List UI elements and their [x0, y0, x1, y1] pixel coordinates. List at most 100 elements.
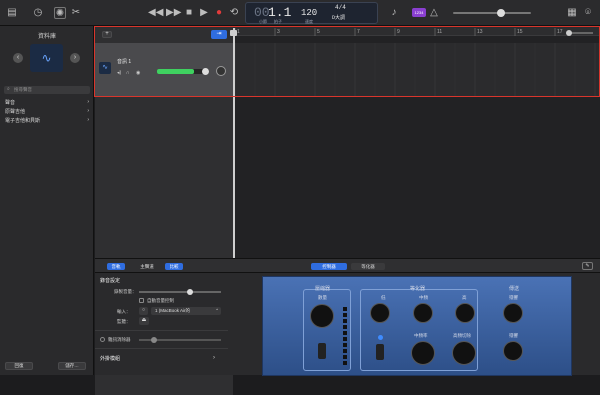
- plugin-panel: 壓縮器 數量 等化器 低 中頻 高 中頻率 高頻切除 傳送 殘響 殘響: [262, 276, 572, 376]
- tab-track[interactable]: 音軌: [107, 263, 125, 270]
- eq-high-knob[interactable]: [455, 303, 475, 323]
- metronome-icon[interactable]: △: [428, 7, 440, 19]
- record-enable-icon[interactable]: ◉: [136, 70, 140, 76]
- loops-icon[interactable]: ⌾: [582, 7, 594, 19]
- ruler-mark: 13: [477, 29, 483, 35]
- search-placeholder: 搜尋聲音: [14, 87, 32, 92]
- library-search-field[interactable]: ⌕ 搜尋聲音: [4, 86, 90, 94]
- rewind-icon[interactable]: ◀◀: [148, 7, 163, 19]
- eq-high-label: 高: [462, 295, 467, 300]
- pan-knob[interactable]: [216, 66, 226, 76]
- edit-icon[interactable]: ✎: [582, 262, 593, 270]
- timeline-grid: [234, 43, 596, 96]
- tracks-area[interactable]: 1 3 5 7 9 11 13 15 17: [230, 26, 600, 258]
- chevron-right-icon: ›: [87, 108, 89, 114]
- ruler-mark: 5: [317, 29, 320, 35]
- revert-button[interactable]: 回復: [5, 362, 33, 370]
- input-select[interactable]: 1 (MacBook Air的 ⌃: [151, 307, 221, 315]
- eq-title: 等化器: [410, 286, 426, 292]
- send-echo-label: 殘響: [509, 295, 518, 300]
- eq-midfreq-label: 中頻率: [414, 333, 428, 338]
- eq-low-label: 低: [381, 295, 386, 300]
- count-in-button[interactable]: 1234: [412, 8, 426, 17]
- ruler-mark: 9: [397, 29, 400, 35]
- ruler-mark: 7: [357, 29, 360, 35]
- master-volume-slider[interactable]: [453, 12, 531, 14]
- library-panel: 資料庫 ‹ ∿ › ⌕ 搜尋聲音 聲音 › 原聲吉他 › 電子吉他和貝斯 › 回復 儲…: [0, 26, 94, 375]
- eq-low-knob[interactable]: [370, 303, 390, 323]
- send-reverb-label: 殘響: [509, 333, 518, 338]
- input-label: 輸入：: [117, 309, 131, 314]
- smart-tempo-icon[interactable]: ⇥: [211, 30, 227, 39]
- next-arrow-icon[interactable]: ›: [70, 53, 80, 63]
- eq-mid-knob[interactable]: [413, 303, 433, 323]
- save-button[interactable]: 儲存…: [58, 362, 86, 370]
- lcd-key: D大調: [332, 15, 346, 21]
- record-level-handle[interactable]: [187, 289, 193, 295]
- input-mono-icon[interactable]: ○: [139, 307, 148, 315]
- chevron-right-icon[interactable]: ›: [213, 355, 215, 361]
- library-item[interactable]: 原聲吉他 ›: [5, 108, 89, 115]
- library-icon[interactable]: ▤: [6, 7, 18, 19]
- chevron-right-icon: ›: [87, 117, 89, 123]
- tab-controls[interactable]: 控制器: [311, 263, 347, 270]
- compressor-knob[interactable]: [310, 304, 334, 328]
- ruler[interactable]: 1 3 5 7 9 11 13 15 17: [233, 26, 600, 36]
- record-level-label: 錄製音量：: [114, 289, 137, 294]
- record-icon[interactable]: ●: [213, 7, 225, 19]
- note-pad-icon[interactable]: ▦: [566, 7, 578, 19]
- library-title: 資料庫: [37, 34, 56, 40]
- plugins-heading[interactable]: 外掛模組: [100, 355, 120, 362]
- headphones-icon[interactable]: ∩: [126, 70, 130, 76]
- cycle-icon[interactable]: ⟲: [228, 7, 240, 19]
- mute-icon[interactable]: ◂): [117, 70, 121, 76]
- add-track-button[interactable]: +: [102, 31, 112, 38]
- ruler-mark: 3: [277, 29, 280, 35]
- monitor-icon[interactable]: ⏏: [139, 317, 149, 325]
- prev-arrow-icon[interactable]: ‹: [13, 53, 23, 63]
- zoom-handle[interactable]: [566, 30, 572, 36]
- send-reverb-knob[interactable]: [503, 341, 523, 361]
- ruler-marks: 1 3 5 7 9 11 13 15 17: [234, 28, 563, 36]
- send-echo-knob[interactable]: [503, 303, 523, 323]
- tuner-icon[interactable]: ♪: [388, 7, 400, 19]
- record-level-slider[interactable]: [139, 291, 221, 293]
- track-header[interactable]: ∿ 音訊 1 ◂) ∩ ◉: [95, 43, 233, 96]
- control-bar: ▤ ◷ ✺ ✂ ◀◀ ▶▶ ■ ▶ ● ⟲ 00 1.1 小節 拍子 120 速…: [0, 0, 600, 26]
- recording-settings-heading: 錄音設定: [100, 278, 121, 284]
- compressor-title: 壓縮器: [315, 286, 331, 292]
- lcd-bar-label: 小節: [259, 19, 267, 24]
- auto-level-checkbox[interactable]: [139, 298, 144, 303]
- smart-controls-icon[interactable]: ✺: [54, 7, 66, 19]
- playhead-handle[interactable]: [230, 30, 237, 36]
- track-volume-handle[interactable]: [202, 68, 209, 75]
- clock-icon[interactable]: ◷: [32, 7, 44, 19]
- ruler-mark: 11: [437, 29, 442, 35]
- lcd-display[interactable]: 00 1.1 小節 拍子 120 速度 4/4 D大調: [245, 2, 378, 24]
- eq-mid-label: 中頻: [419, 295, 428, 300]
- fast-forward-icon[interactable]: ▶▶: [166, 7, 181, 19]
- smart-controls-header: 音軌 主聲道 比較 控制器 等化器 ✎: [95, 259, 600, 273]
- stop-icon[interactable]: ■: [183, 7, 195, 19]
- tab-compare[interactable]: 比較: [165, 263, 183, 270]
- eq-highcut-knob[interactable]: [452, 341, 476, 365]
- library-item[interactable]: 電子吉他和貝斯 ›: [5, 117, 89, 124]
- noise-gate-handle[interactable]: [151, 337, 157, 343]
- zoom-slider[interactable]: [569, 32, 593, 34]
- tab-master[interactable]: 主聲道: [135, 263, 159, 270]
- ruler-mark: 15: [517, 29, 523, 35]
- library-item[interactable]: 聲音 ›: [5, 99, 89, 106]
- scissors-icon[interactable]: ✂: [70, 7, 82, 19]
- tab-eq[interactable]: 等化器: [351, 263, 385, 270]
- master-volume-handle[interactable]: [497, 9, 505, 17]
- play-icon[interactable]: ▶: [198, 7, 210, 19]
- eq-switch[interactable]: [376, 344, 384, 360]
- eq-midfreq-knob[interactable]: [411, 341, 435, 365]
- playhead[interactable]: [233, 28, 235, 258]
- compressor-switch[interactable]: [318, 343, 326, 359]
- track-name[interactable]: 音訊 1: [117, 58, 131, 65]
- chevron-right-icon: ›: [87, 99, 89, 105]
- eq-led-icon: [378, 335, 383, 340]
- lcd-beat-label: 拍子: [274, 19, 282, 24]
- noise-gate-toggle[interactable]: [100, 337, 105, 342]
